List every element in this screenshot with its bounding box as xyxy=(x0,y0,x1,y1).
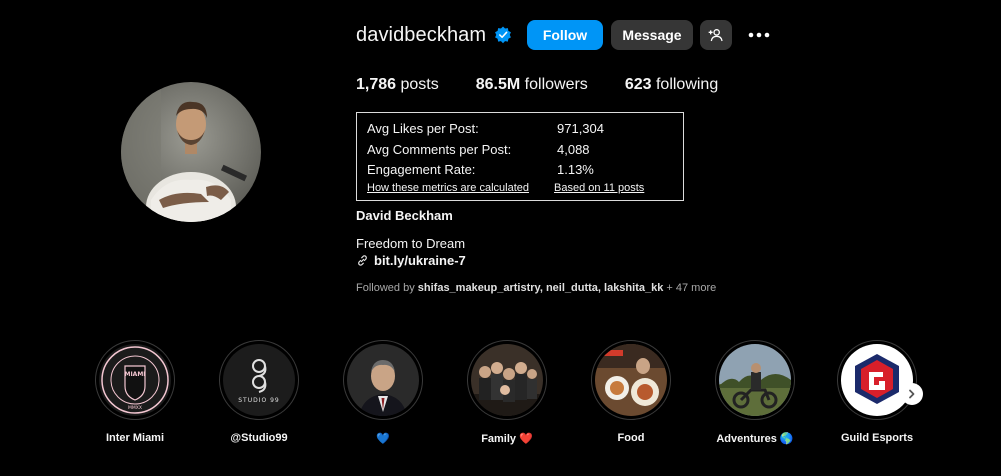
avg-comments-label: Avg Comments per Post: xyxy=(367,142,512,157)
highlights-next-button[interactable] xyxy=(901,383,923,405)
engagement-rate-value: 1.13% xyxy=(557,162,594,177)
studio99-logo: STUDIO 99 xyxy=(223,344,295,416)
highlight-label: Adventures 🌎 xyxy=(716,433,794,445)
more-options-icon[interactable] xyxy=(744,22,774,48)
food-photo xyxy=(595,344,667,416)
avg-likes-value: 971,304 xyxy=(557,121,604,136)
highlight-studio99[interactable]: STUDIO 99 @Studio99 xyxy=(197,340,321,444)
followers-count: 86.5M xyxy=(475,76,521,93)
metrics-sample-link[interactable]: Based on 11 posts xyxy=(554,182,644,194)
suggested-accounts-button[interactable] xyxy=(700,20,732,50)
avg-likes-label: Avg Likes per Post: xyxy=(367,121,479,136)
highlight-label: Guild Esports xyxy=(840,432,914,444)
following-label: following xyxy=(655,76,719,93)
highlight-family[interactable]: Family ❤️ xyxy=(445,340,569,445)
engagement-rate-label: Engagement Rate: xyxy=(367,162,476,177)
profile-stats: 1,786 posts 86.5M followers 623 followin… xyxy=(356,76,755,94)
highlight-food[interactable]: Food xyxy=(569,340,693,444)
followers-label: followers xyxy=(524,76,588,93)
adventures-photo xyxy=(719,344,791,416)
studio99-text: STUDIO 99 xyxy=(238,397,280,404)
followed-by-names: shifas_makeup_artistry, neil_dutta, laks… xyxy=(417,282,664,294)
highlight-label: 💙 xyxy=(376,433,390,445)
avatar-image xyxy=(121,82,261,222)
message-button[interactable]: Message xyxy=(611,20,693,50)
family-photo xyxy=(471,344,543,416)
inter-miami-year: MMXX xyxy=(128,405,142,411)
avg-comments-value: 4,088 xyxy=(557,142,590,157)
bio-text: Freedom to Dream xyxy=(356,236,466,251)
following-count: 623 xyxy=(624,76,652,93)
bio-link-text: bit.ly/ukraine-7 xyxy=(374,253,466,268)
verified-badge-icon xyxy=(494,26,512,44)
highlight-label: Food xyxy=(617,432,645,444)
link-icon xyxy=(358,255,367,266)
metrics-help-link[interactable]: How these metrics are calculated xyxy=(367,182,529,194)
followed-by[interactable]: Followed by shifas_makeup_artistry, neil… xyxy=(356,282,716,294)
portrait-image xyxy=(347,344,419,416)
profile-avatar[interactable] xyxy=(121,82,261,222)
bio-link[interactable]: bit.ly/ukraine-7 xyxy=(356,253,466,268)
chevron-right-icon xyxy=(909,389,915,399)
full-name: David Beckham xyxy=(356,208,453,223)
followed-by-prefix: Followed by xyxy=(356,282,415,294)
followed-by-more: + 47 more xyxy=(666,282,717,294)
followers-stat[interactable]: 86.5M followers xyxy=(476,76,588,94)
engagement-metrics-box: Avg Likes per Post: 971,304 Avg Comments… xyxy=(356,112,684,201)
posts-count: 1,786 xyxy=(356,76,397,93)
inter-miami-logo: MIAMI MMXX xyxy=(99,344,171,416)
highlight-adventures[interactable]: Adventures 🌎 xyxy=(693,340,817,445)
highlight-label: Family ❤️ xyxy=(481,433,533,445)
username: davidbeckham xyxy=(356,23,487,46)
highlight-blue-heart[interactable]: 💙 xyxy=(321,340,445,445)
add-user-icon xyxy=(708,29,723,42)
highlight-label: Inter Miami xyxy=(105,432,165,444)
posts-stat: 1,786 posts xyxy=(356,76,439,94)
posts-label: posts xyxy=(400,76,439,93)
inter-miami-text: MIAMI xyxy=(124,371,145,378)
following-stat[interactable]: 623 following xyxy=(625,76,718,94)
highlight-inter-miami[interactable]: MIAMI MMXX Inter Miami xyxy=(73,340,197,444)
guild-esports-logo xyxy=(841,344,913,416)
profile-header: davidbeckham xyxy=(356,19,512,51)
follow-button[interactable]: Follow xyxy=(527,20,603,50)
highlight-label: @Studio99 xyxy=(230,432,288,444)
